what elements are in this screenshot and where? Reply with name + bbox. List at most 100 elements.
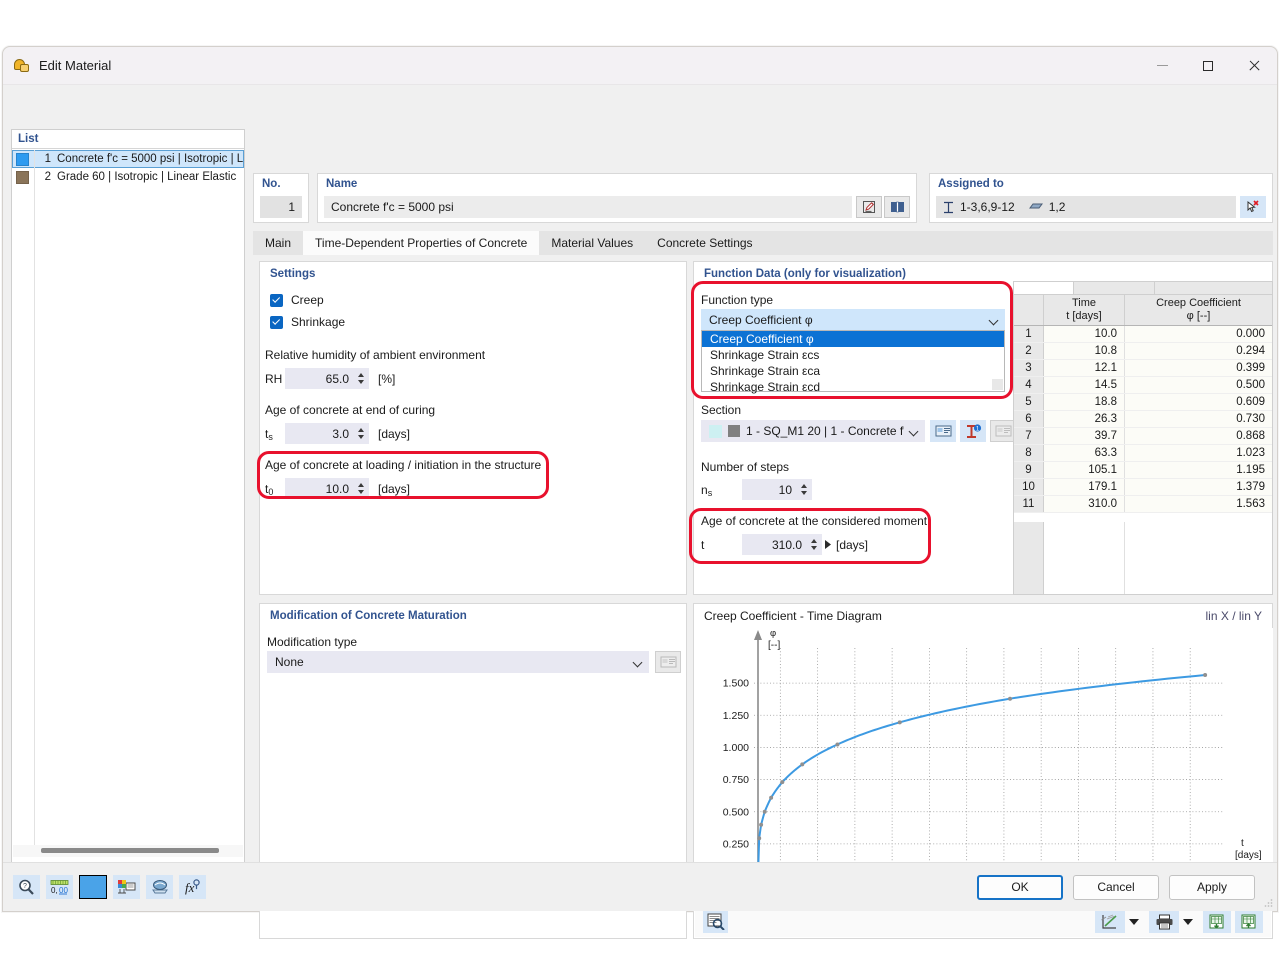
tab-concrete-settings[interactable]: Concrete Settings: [645, 231, 764, 255]
creep-checkbox[interactable]: [270, 294, 283, 307]
table-row[interactable]: 414.50.500: [1014, 377, 1272, 394]
table-row[interactable]: 739.70.868: [1014, 428, 1272, 445]
apply-button[interactable]: Apply: [1169, 875, 1255, 900]
table-cell-creep[interactable]: 0.000: [1125, 326, 1272, 342]
table-row[interactable]: 10179.11.379: [1014, 479, 1272, 496]
name-edit-button[interactable]: [856, 196, 882, 218]
table-row[interactable]: 11310.01.563: [1014, 496, 1272, 513]
minimize-button[interactable]: [1139, 47, 1185, 85]
spinner-down-icon[interactable]: [811, 546, 817, 550]
spinner-up-icon[interactable]: [358, 428, 364, 432]
maximize-button[interactable]: [1185, 47, 1231, 85]
list-item[interactable]: 1 Concrete f'c = 5000 psi | Isotropic | …: [12, 150, 244, 168]
table-cell-time[interactable]: 18.8: [1044, 394, 1125, 410]
shrinkage-checkbox-row[interactable]: Shrinkage: [270, 315, 345, 329]
zoom-diagram-button[interactable]: [703, 911, 728, 933]
print-button[interactable]: [1149, 911, 1179, 933]
table-cell-time[interactable]: 10.8: [1044, 343, 1125, 359]
table-cell-creep[interactable]: 1.563: [1125, 496, 1272, 512]
modification-type-combo[interactable]: None: [267, 651, 649, 673]
close-button[interactable]: [1231, 47, 1277, 85]
t0-value[interactable]: 10.0: [285, 482, 355, 496]
table-cell-creep[interactable]: 0.294: [1125, 343, 1272, 359]
table-body[interactable]: 110.00.000210.80.294312.10.399414.50.500…: [1014, 326, 1272, 513]
cancel-button[interactable]: Cancel: [1073, 875, 1159, 900]
color-swatch-button[interactable]: [79, 875, 107, 899]
table-cell-creep[interactable]: 0.730: [1125, 411, 1272, 427]
spinner-down-icon[interactable]: [358, 435, 364, 439]
table-row[interactable]: 518.80.609: [1014, 394, 1272, 411]
dropdown-option-shrinkage-strain-ecd[interactable]: Shrinkage Strain εcd: [702, 379, 1004, 395]
dropdown-option-shrinkage-strain-ecs[interactable]: Shrinkage Strain εcs: [702, 347, 1004, 363]
chevron-down-icon[interactable]: [910, 427, 919, 436]
dropdown-option-shrinkage-strain-eca[interactable]: Shrinkage Strain εca: [702, 363, 1004, 379]
spinner-up-icon[interactable]: [358, 373, 364, 377]
section-properties-button[interactable]: [930, 420, 956, 442]
print-dropdown-icon[interactable]: [1183, 919, 1193, 925]
t-value[interactable]: 310.0: [742, 538, 808, 552]
function-type-combo[interactable]: Creep Coefficient φ: [701, 309, 1005, 331]
modification-settings-button[interactable]: [655, 651, 681, 673]
spinner-down-icon[interactable]: [358, 490, 364, 494]
table-cell-time[interactable]: 105.1: [1044, 462, 1125, 478]
table-row[interactable]: 9105.11.195: [1014, 462, 1272, 479]
rh-value[interactable]: 65.0: [285, 372, 355, 386]
table-row[interactable]: 110.00.000: [1014, 326, 1272, 343]
ok-button[interactable]: OK: [977, 875, 1063, 900]
rh-spinner-arrows[interactable]: [355, 368, 369, 389]
table-cell-time[interactable]: 26.3: [1044, 411, 1125, 427]
table-cell-time[interactable]: 12.1: [1044, 360, 1125, 376]
t0-spinner-arrows[interactable]: [355, 478, 369, 499]
steps-spinner-arrows[interactable]: [798, 479, 812, 500]
table-cell-time[interactable]: 39.7: [1044, 428, 1125, 444]
table-row[interactable]: 210.80.294: [1014, 343, 1272, 360]
rh-spinner[interactable]: 65.0: [285, 368, 369, 389]
graph-settings-dropdown-icon[interactable]: [1129, 919, 1139, 925]
table-cell-creep[interactable]: 0.399: [1125, 360, 1272, 376]
spinner-down-icon[interactable]: [801, 491, 807, 495]
name-input[interactable]: Concrete f'c = 5000 psi: [324, 196, 852, 218]
name-library-button[interactable]: [884, 196, 910, 218]
ts-spinner[interactable]: 3.0: [285, 423, 369, 444]
help-magnifier-button[interactable]: ?: [13, 875, 40, 899]
graph-settings-button[interactable]: [1095, 911, 1125, 933]
export-excel-button[interactable]: [1203, 911, 1231, 933]
table-cell-creep[interactable]: 0.609: [1125, 394, 1272, 410]
assigned-to-value[interactable]: 1-3,6,9-12 1,2: [936, 196, 1236, 218]
import-excel-button[interactable]: [1235, 911, 1263, 933]
number-format-button[interactable]: 0, 00: [46, 875, 73, 899]
section-info-button[interactable]: 1: [960, 420, 986, 442]
list-horizontal-scrollbar[interactable]: [13, 845, 243, 857]
material-list[interactable]: 1 Concrete f'c = 5000 psi | Isotropic | …: [12, 150, 244, 857]
table-cell-creep[interactable]: 1.379: [1125, 479, 1272, 495]
tab-main[interactable]: Main: [253, 231, 303, 255]
table-cell-time[interactable]: 310.0: [1044, 496, 1125, 512]
table-cell-creep[interactable]: 0.868: [1125, 428, 1272, 444]
table-cell-time[interactable]: 179.1: [1044, 479, 1125, 495]
spinner-up-icon[interactable]: [811, 539, 817, 543]
chevron-down-icon[interactable]: [990, 316, 999, 325]
steps-spinner[interactable]: 10: [742, 479, 812, 500]
chevron-down-icon[interactable]: [634, 658, 643, 667]
table-cell-time[interactable]: 63.3: [1044, 445, 1125, 461]
table-row[interactable]: 626.30.730: [1014, 411, 1272, 428]
spinner-up-icon[interactable]: [358, 483, 364, 487]
table-cell-creep[interactable]: 0.500: [1125, 377, 1272, 393]
tab-material-values[interactable]: Material Values: [539, 231, 645, 255]
t-next-step-icon[interactable]: [824, 540, 833, 549]
ts-spinner-arrows[interactable]: [355, 423, 369, 444]
t-spinner[interactable]: 310.0: [742, 534, 822, 555]
scrollbar-thumb[interactable]: [41, 848, 219, 853]
assigned-pick-button[interactable]: [1240, 196, 1266, 218]
table-row[interactable]: 863.31.023: [1014, 445, 1272, 462]
dropdown-option-creep-coefficient[interactable]: Creep Coefficient φ: [702, 331, 1004, 347]
table-cell-creep[interactable]: 1.195: [1125, 462, 1272, 478]
function-type-dropdown[interactable]: Creep Coefficient φ Shrinkage Strain εcs…: [701, 330, 1005, 392]
table-row[interactable]: 312.10.399: [1014, 360, 1272, 377]
ts-value[interactable]: 3.0: [285, 427, 355, 441]
t0-spinner[interactable]: 10.0: [285, 478, 369, 499]
table-cell-time[interactable]: 14.5: [1044, 377, 1125, 393]
table-cell-creep[interactable]: 1.023: [1125, 445, 1272, 461]
tab-time-dependent-properties[interactable]: Time-Dependent Properties of Concrete: [303, 231, 539, 255]
formula-button[interactable]: fx: [179, 875, 206, 899]
